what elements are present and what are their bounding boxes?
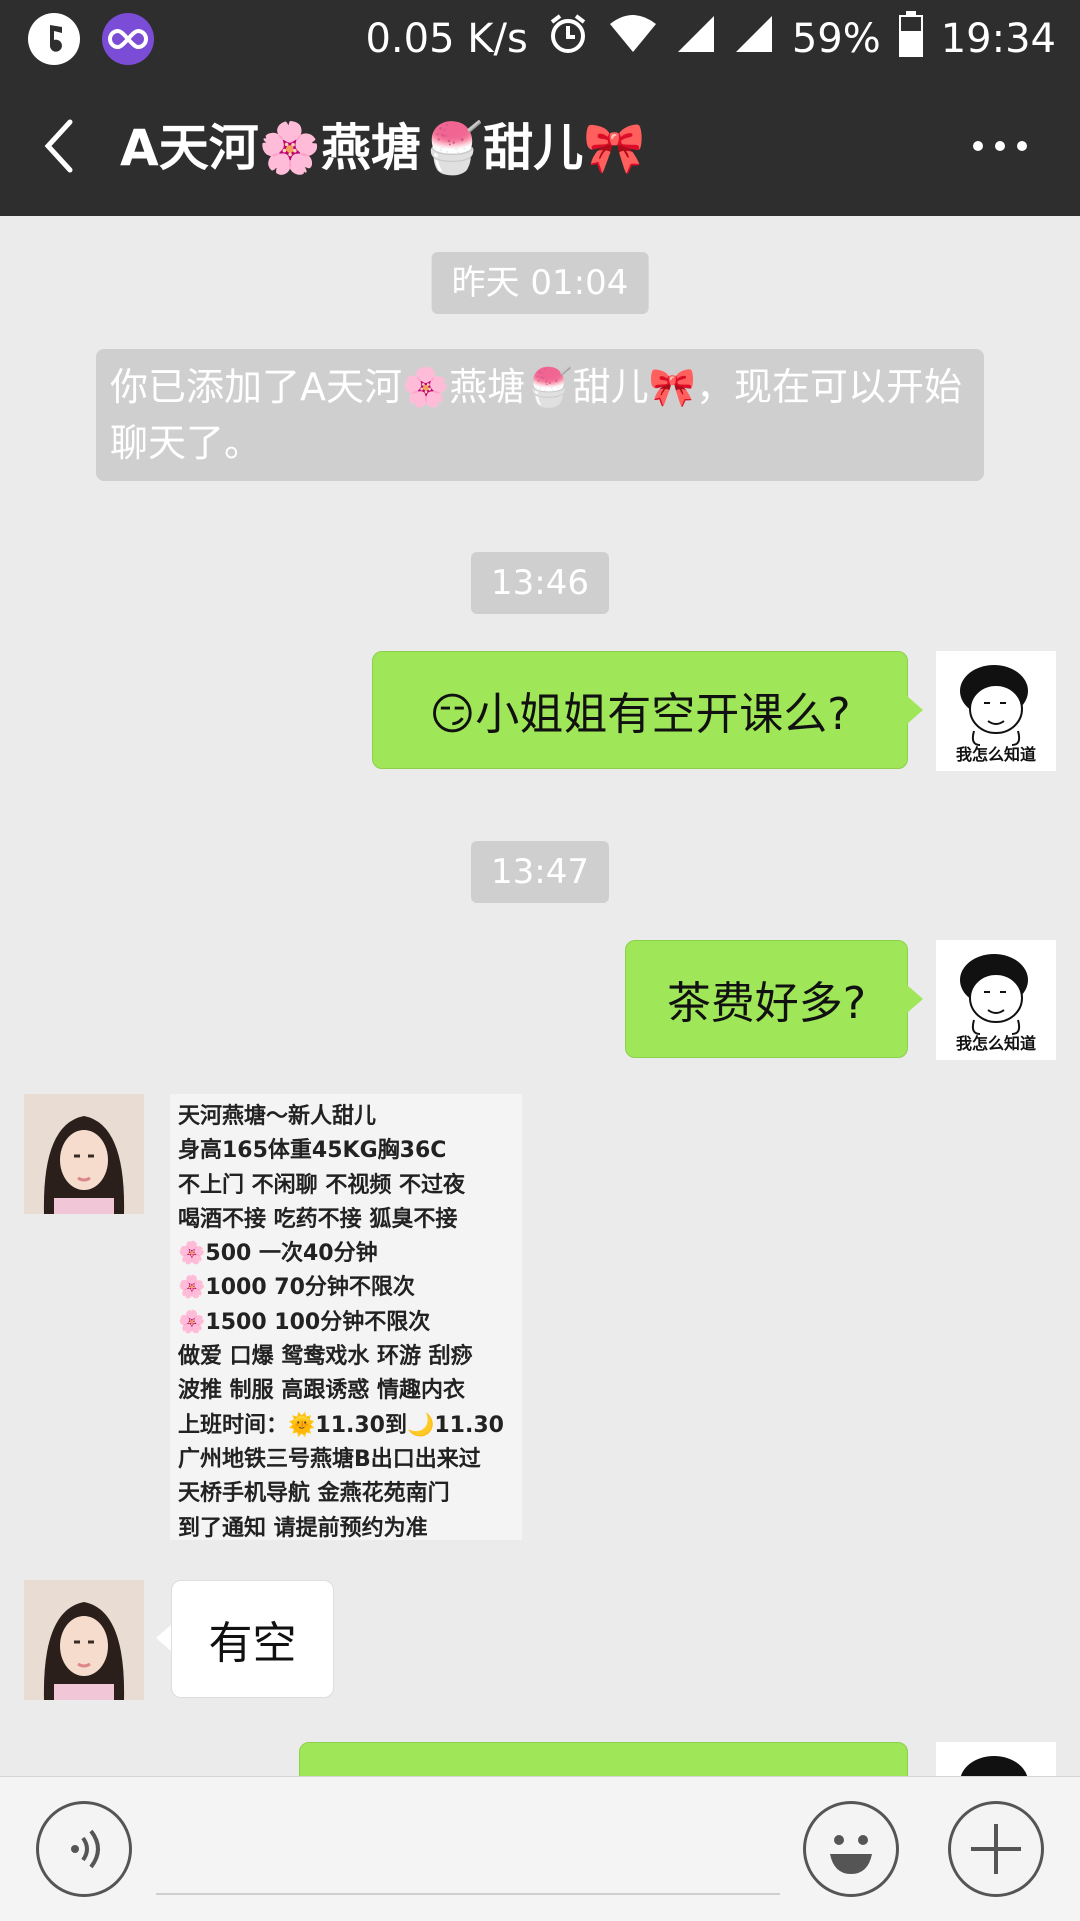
signal-icon (734, 14, 774, 64)
system-notice: 你已添加了A天河🌸燕塘🍧甜儿🎀，现在可以开始聊天了。 (96, 349, 984, 481)
sent-message[interactable]: 😏小姐姐有空开课么? (372, 651, 908, 769)
card-line: 天河燕塘～新人甜儿 (178, 1104, 377, 1129)
card-line: 到了通知 请提前预约为准 (178, 1515, 428, 1541)
card-line: 天桥手机导航 金燕花苑南门 (178, 1481, 450, 1507)
bubble-tail (156, 1624, 172, 1652)
status-bar: 0.05 K/s 59% 19:34 (0, 0, 1080, 78)
sent-message[interactable]: 茶费好多? (625, 940, 908, 1058)
chat-title: A天河🌸燕塘🍧甜儿🎀 (120, 119, 646, 177)
sent-message[interactable] (299, 1742, 908, 1776)
card-line: 上班时间：🌞11.30到🌙11.30 (178, 1412, 504, 1438)
status-bar-right: 0.05 K/s 59% 19:34 (365, 0, 1056, 78)
card-line: 🌸1000 70分钟不限次 (178, 1275, 415, 1301)
signal-icon (676, 14, 716, 64)
wifi-icon (608, 14, 658, 64)
card-line: 身高165体重45KG胸36C (178, 1138, 447, 1164)
network-speed: 0.05 K/s (365, 16, 528, 62)
emoji-icon[interactable] (803, 1801, 899, 1897)
sticker-caption: 我怎么知道 (955, 1034, 1036, 1053)
bubble-tail (907, 696, 923, 724)
voice-icon[interactable] (36, 1801, 132, 1897)
card-line: 不上门 不闲聊 不视频 不过夜 (178, 1172, 465, 1198)
battery-percent: 59% (791, 16, 881, 62)
infinity-app-icon (102, 13, 154, 65)
input-bar (0, 1776, 1080, 1921)
status-bar-left (28, 10, 154, 68)
card-line: 🌸1500 100分钟不限次 (178, 1309, 431, 1335)
more-icon[interactable] (970, 126, 1030, 166)
card-line: 🌸500 一次40分钟 (178, 1241, 378, 1267)
card-line: 波推 制服 高跟诱惑 情趣内衣 (178, 1378, 465, 1404)
chat-area[interactable]: 昨天 01:04 你已添加了A天河🌸燕塘🍧甜儿🎀，现在可以开始聊天了。 13:4… (0, 216, 1080, 1776)
plus-icon[interactable] (948, 1801, 1044, 1897)
avatar[interactable] (24, 1580, 144, 1700)
bubble-tail (907, 985, 923, 1013)
music-app-icon (28, 13, 80, 65)
back-arrow-icon[interactable] (36, 116, 86, 176)
alarm-icon (546, 12, 590, 66)
clock: 19:34 (940, 16, 1056, 62)
battery-icon (898, 11, 923, 67)
sticker-caption: 我怎么知道 (955, 745, 1036, 764)
card-line: 做爱 口爆 鸳鸯戏水 环游 刮痧 (178, 1344, 473, 1370)
timestamp: 昨天 01:04 (431, 252, 649, 314)
timestamp: 13:47 (471, 841, 609, 903)
card-line: 广州地铁三号燕塘B出口出来过 (178, 1446, 481, 1472)
avatar[interactable]: 我怎么知道 (936, 940, 1056, 1060)
avatar[interactable] (24, 1094, 144, 1214)
image-message[interactable]: 天河燕塘～新人甜儿 身高165体重45KG胸36C 不上门 不闲聊 不视频 不过… (170, 1094, 522, 1541)
timestamp: 13:46 (471, 552, 609, 614)
title-bar: A天河🌸燕塘🍧甜儿🎀 (0, 78, 1080, 216)
avatar[interactable] (936, 1742, 1056, 1776)
message-input[interactable] (156, 1893, 780, 1895)
avatar[interactable]: 我怎么知道 (936, 651, 1056, 771)
card-line: 喝酒不接 吃药不接 狐臭不接 (178, 1206, 458, 1232)
received-message[interactable]: 有空 (171, 1580, 334, 1698)
